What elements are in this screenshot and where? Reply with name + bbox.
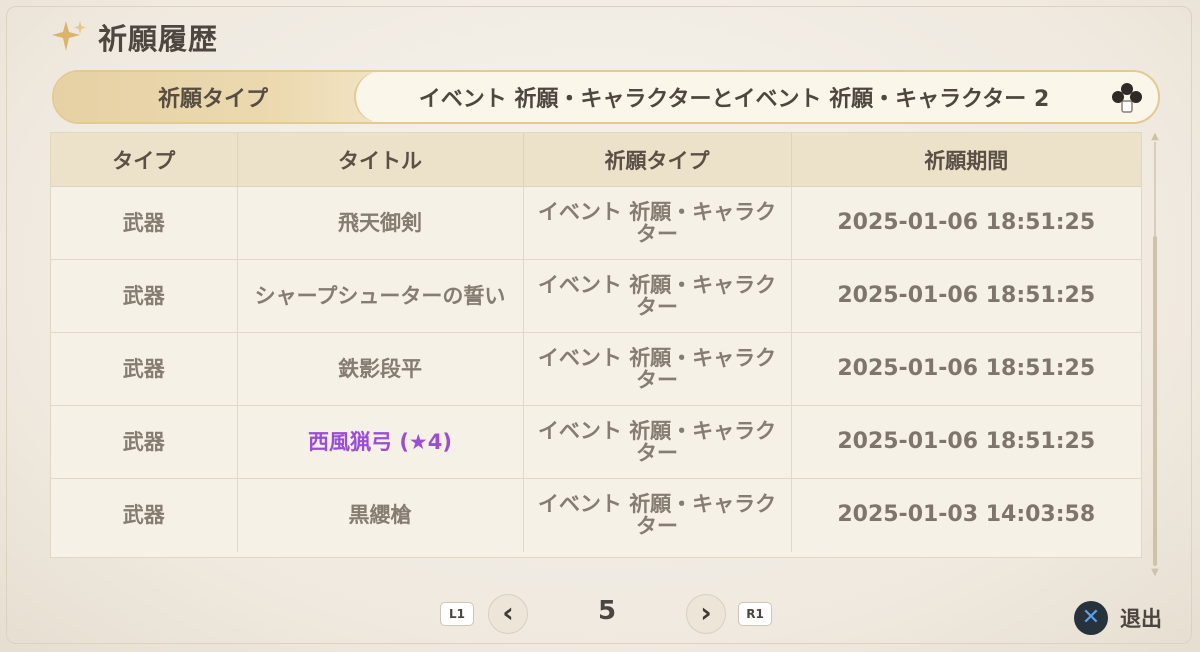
sparkle-star-icon [52,21,86,51]
next-page-button[interactable]: › [686,594,726,634]
cell-wish-type: イベント 祈願・キャラクター [523,259,792,333]
cell-type: 武器 [51,332,238,406]
cell-time: 2025-01-03 14:03:58 [837,502,1096,528]
exit-label: 退出 [1120,607,1162,631]
scroll-thumb[interactable] [1153,236,1157,566]
cross-button-icon: ✕ [1074,601,1108,635]
table-row: 武器 西風猟弓 (★4) イベント 祈願・キャラクター 2025-01-06 1… [51,405,1141,479]
cell-title: 黒纓槍 [237,478,524,552]
r1-key-hint: R1 [738,602,772,626]
gamepad-buttons-icon[interactable] [1110,82,1144,114]
exit-button[interactable]: ✕ 退出 [1074,600,1162,636]
history-table-container: タイプ タイトル 祈願タイプ 祈願期間 武器 飛天御剣 イベント 祈願・キャラク… [50,132,1142,558]
cell-title-rare: 西風猟弓 (★4) [237,405,524,479]
table-row: 武器 鉄影段平 イベント 祈願・キャラクター 2025-01-06 18:51:… [51,332,1141,406]
l1-key-hint: L1 [440,602,474,626]
header: 祈願履歴 [50,16,218,58]
column-header-type: タイプ [51,133,238,187]
scroll-up-icon: ▲ [1151,131,1159,142]
scroll-down-icon: ▼ [1151,567,1159,578]
table-row: 武器 黒纓槍 イベント 祈願・キャラクター 2025-01-03 14:03:5… [51,478,1141,552]
table-row: 武器 飛天御剣 イベント 祈願・キャラクター 2025-01-06 18:51:… [51,186,1141,260]
cell-title: 飛天御剣 [237,186,524,260]
cell-title: 鉄影段平 [237,332,524,406]
wish-type-label: 祈願タイプ [157,87,268,112]
cell-time: 2025-01-06 18:51:25 [791,332,1141,406]
cell-time: 2025-01-06 18:51:25 [791,405,1141,479]
cell-time: 2025-01-06 18:51:25 [791,259,1141,333]
pagination: L1 ‹ 5 › R1 [0,592,1200,636]
cell-wish-type: イベント 祈願・キャラクター [523,186,792,260]
cell-time: 2025-01-06 18:51:25 [791,186,1141,260]
cell-wish-type: イベント 祈願・キャラクター [523,332,792,406]
current-page-number: 5 [597,596,617,626]
scrollbar[interactable]: ▲ ▼ [1150,132,1160,580]
cell-type: 武器 [51,478,238,552]
cell-title: シャープシューターの誓い [237,259,524,333]
wish-type-label-box: 祈願タイプ [54,72,388,122]
table-row: 武器 シャープシューターの誓い イベント 祈願・キャラクター 2025-01-0… [51,259,1141,333]
column-header-wish-type: 祈願タイプ [523,133,792,187]
cell-wish-type: イベント 祈願・キャラクター [523,405,792,479]
chevron-right-icon: › [700,596,712,629]
table-header-row: タイプ タイトル 祈願タイプ 祈願期間 [51,133,1141,187]
prev-page-button[interactable]: ‹ [488,594,528,634]
history-table: タイプ タイトル 祈願タイプ 祈願期間 武器 飛天御剣 イベント 祈願・キャラク… [51,133,1141,552]
cell-wish-type: イベント 祈願・キャラクター [523,478,792,552]
column-header-title: タイトル [237,133,524,187]
cell-type: 武器 [51,186,238,260]
wish-type-selector[interactable]: 祈願タイプ イベント 祈願・キャラクターとイベント 祈願・キャラクター 2 [52,70,1160,124]
chevron-left-icon: ‹ [502,596,514,629]
cell-type: 武器 [51,259,238,333]
page-title: 祈願履歴 [98,22,219,56]
column-header-time: 祈願期間 [791,133,1141,187]
cell-type: 武器 [51,405,238,479]
wish-type-value[interactable]: イベント 祈願・キャラクターとイベント 祈願・キャラクター 2 [384,72,1084,122]
